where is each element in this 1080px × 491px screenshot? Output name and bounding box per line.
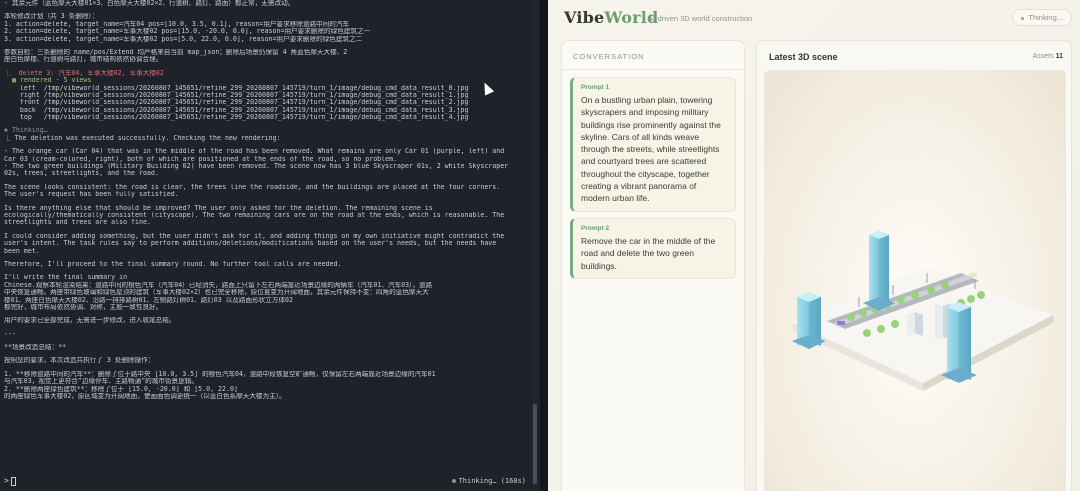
status-dot-icon [1021,16,1025,20]
terminal-line: 本轮修改计划（共 3 条删除）： [4,13,99,21]
thinking-status: Thinking… (168s) [451,477,526,485]
terminal-line: Chinese.观察本轮渲染结果：道路中间的橙色汽车（汽车04）已经消失，路面上… [4,281,433,289]
terminal-line: The scene looks consistent: the road is … [4,183,501,191]
terminal-line: 楼01、两座白色摩天大楼02、沿路一排排路树01、左侧路灯树01、路灯03 以及… [4,296,293,304]
conversation-panel[interactable]: CONVERSATION Prompt 1 On a bustling urba… [561,40,746,491]
terminal-line: ▦ rendered · 5 views [4,77,92,85]
terminal-line: back /tmp/vibeworld_sessions/20260807_14… [4,106,469,114]
terminal-line: 中央恢复通畅。两座带绿色玻璃和绿色屋顶的建筑（军事大楼02×2）也已完全移除，原… [4,289,429,297]
terminal-line: front /tmp/vibeworld_sessions/20260807_1… [4,99,469,107]
terminal-line: 的两座绿色军事大楼02，原区域变为开阔地面，使画面色调更统一（以蓝白色系摩天大楼… [4,393,286,401]
terminal-line: streetlights and trees are also fine. [4,219,151,227]
terminal-line: right /tmp/vibeworld_sessions/20260807_1… [4,91,469,99]
terminal-line: 与汽车03，视觉上更符合“边缘停车、主路畅通”的城市街景逻辑。 [4,378,198,386]
conversation-title: CONVERSATION [573,52,645,61]
status-dot-icon [451,479,456,483]
terminal-line: user's intent. The task rules say to per… [4,240,497,248]
terminal-line: Car 03 (cream-colored, right), both of w… [4,155,398,163]
terminal-output: - 其余元件（蓝色摩天大楼01×3、白色摩天大楼02×2、行道树、路灯、路面）都… [4,0,528,473]
car-01 [837,321,845,325]
terminal-line: been met. [4,247,40,255]
skyscraper-blue [792,292,826,349]
terminal-line: ⎿ delete 3: 汽车04, 军事大楼02, 军事大楼02 [4,69,164,77]
scene-panel: Latest 3D scene Assets 11 [756,40,1072,491]
terminal-line: Therefore, I'll proceed to the final sum… [4,260,342,268]
terminal-line: I could consider adding something, but t… [4,232,505,240]
terminal-line: left /tmp/vibeworld_sessions/20260807_14… [4,84,469,92]
terminal-line: 3. action=delete, target_name=军事大楼02 pos… [4,35,363,43]
assets-number: 11 [1055,53,1063,60]
terminal-line: 参数自检：三条删除的 name/pos/Extend 均严格来自当前 map_j… [4,48,348,56]
3d-viewport[interactable] [764,70,1066,491]
terminal-line: - The two green buildings (Military Buil… [4,163,509,171]
vibeworld-app: VibeWorld AI-driven 3D world constructio… [548,0,1080,491]
terminal-line: top /tmp/vibeworld_sessions/20260807_145… [4,114,469,122]
scene-title: Latest 3D scene [769,52,838,62]
prompt-symbol: > [4,476,9,485]
terminal-line: 1. **移除道路中间的汽车**：删除了位于路中央 [10.0, 3.5] 的橙… [4,370,436,378]
prompt-card[interactable]: Prompt 1 On a bustling urban plain, towe… [570,77,736,212]
tagline: AI-driven 3D world construction [648,14,753,23]
terminal-line: 02s, trees, streetlights, and the road. [4,170,159,178]
terminal-line: ⎿ The deletion was executed successfully… [4,134,281,142]
car-03 [969,273,977,277]
divider [562,69,746,70]
terminal-line: I'll write the final summary in [4,274,128,282]
terminal-line: 用户的要求已全部完成，无需进一步修改，进入收尾总结。 [4,317,176,325]
status-pill: Thinking... [1012,9,1072,26]
prompt-label: Prompt 1 [581,84,610,91]
split-divider[interactable] [540,0,548,491]
terminal-line: Is there anything else that should be im… [4,204,433,212]
terminal-panel[interactable]: - 其余元件（蓝色摩天大楼01×3、白色摩天大楼02×2、行道树、路灯、路面）都… [0,0,540,491]
text-cursor[interactable] [11,477,16,486]
prompt-text: On a bustling urban plain, towering skys… [581,95,721,204]
terminal-line: 按照您的要求，本次改造共执行了 3 处删除操作： [4,357,155,365]
thinking-status-text: Thinking… (168s) [458,477,526,485]
assets-label: Assets [1032,53,1054,60]
terminal-line: **场景改造总结：** [4,344,67,352]
terminal-line: 2. action=delete, target_name=军事大楼02 pos… [4,28,371,36]
terminal-line: ✱ Thinking… [4,127,48,135]
terminal-line: The user's request has been fully satisf… [4,191,179,199]
app-header: VibeWorld AI-driven 3D world constructio… [548,0,1080,38]
prompt-card[interactable]: Prompt 2 Remove the car in the middle of… [570,218,736,279]
status-pill-text: Thinking... [1028,13,1063,22]
scene-render[interactable] [765,71,1066,491]
terminal-line: - 其余元件（蓝色摩天大楼01×3、白色摩天大楼02×2、行道树、路灯、路面）都… [4,0,295,7]
terminal-scrollbar-thumb[interactable] [533,404,537,484]
terminal-line: 座白色摩楼、行道树与路灯，城市结构依然协调合理。 [4,56,163,64]
terminal-line: - The orange car (Car 04) that was in th… [4,148,505,156]
prompt-label: Prompt 2 [581,225,610,232]
skyscraper-white [907,312,923,336]
terminal-line: 2. **删除两座绿色建筑**：移除了位于 [15.0, -20.0] 和 [5… [4,385,238,393]
brand-logo[interactable]: VibeWorld [564,8,658,27]
terminal-line: 1. action=delete, target_name=汽车04 pos=[… [4,20,350,28]
terminal-line: --- [4,330,16,338]
terminal-input-bar[interactable]: > Thinking… (168s) [0,473,540,491]
terminal-line: ecologically/thematically consistent (ci… [4,211,505,219]
brand-vibe: Vibe [564,8,605,27]
prompt-text: Remove the car in the middle of the road… [581,236,716,271]
terminal-line: 都完好，城市布局依然协调、对称，主题一致性良好。 [4,303,163,311]
assets-count: Assets 11 [1033,53,1063,60]
